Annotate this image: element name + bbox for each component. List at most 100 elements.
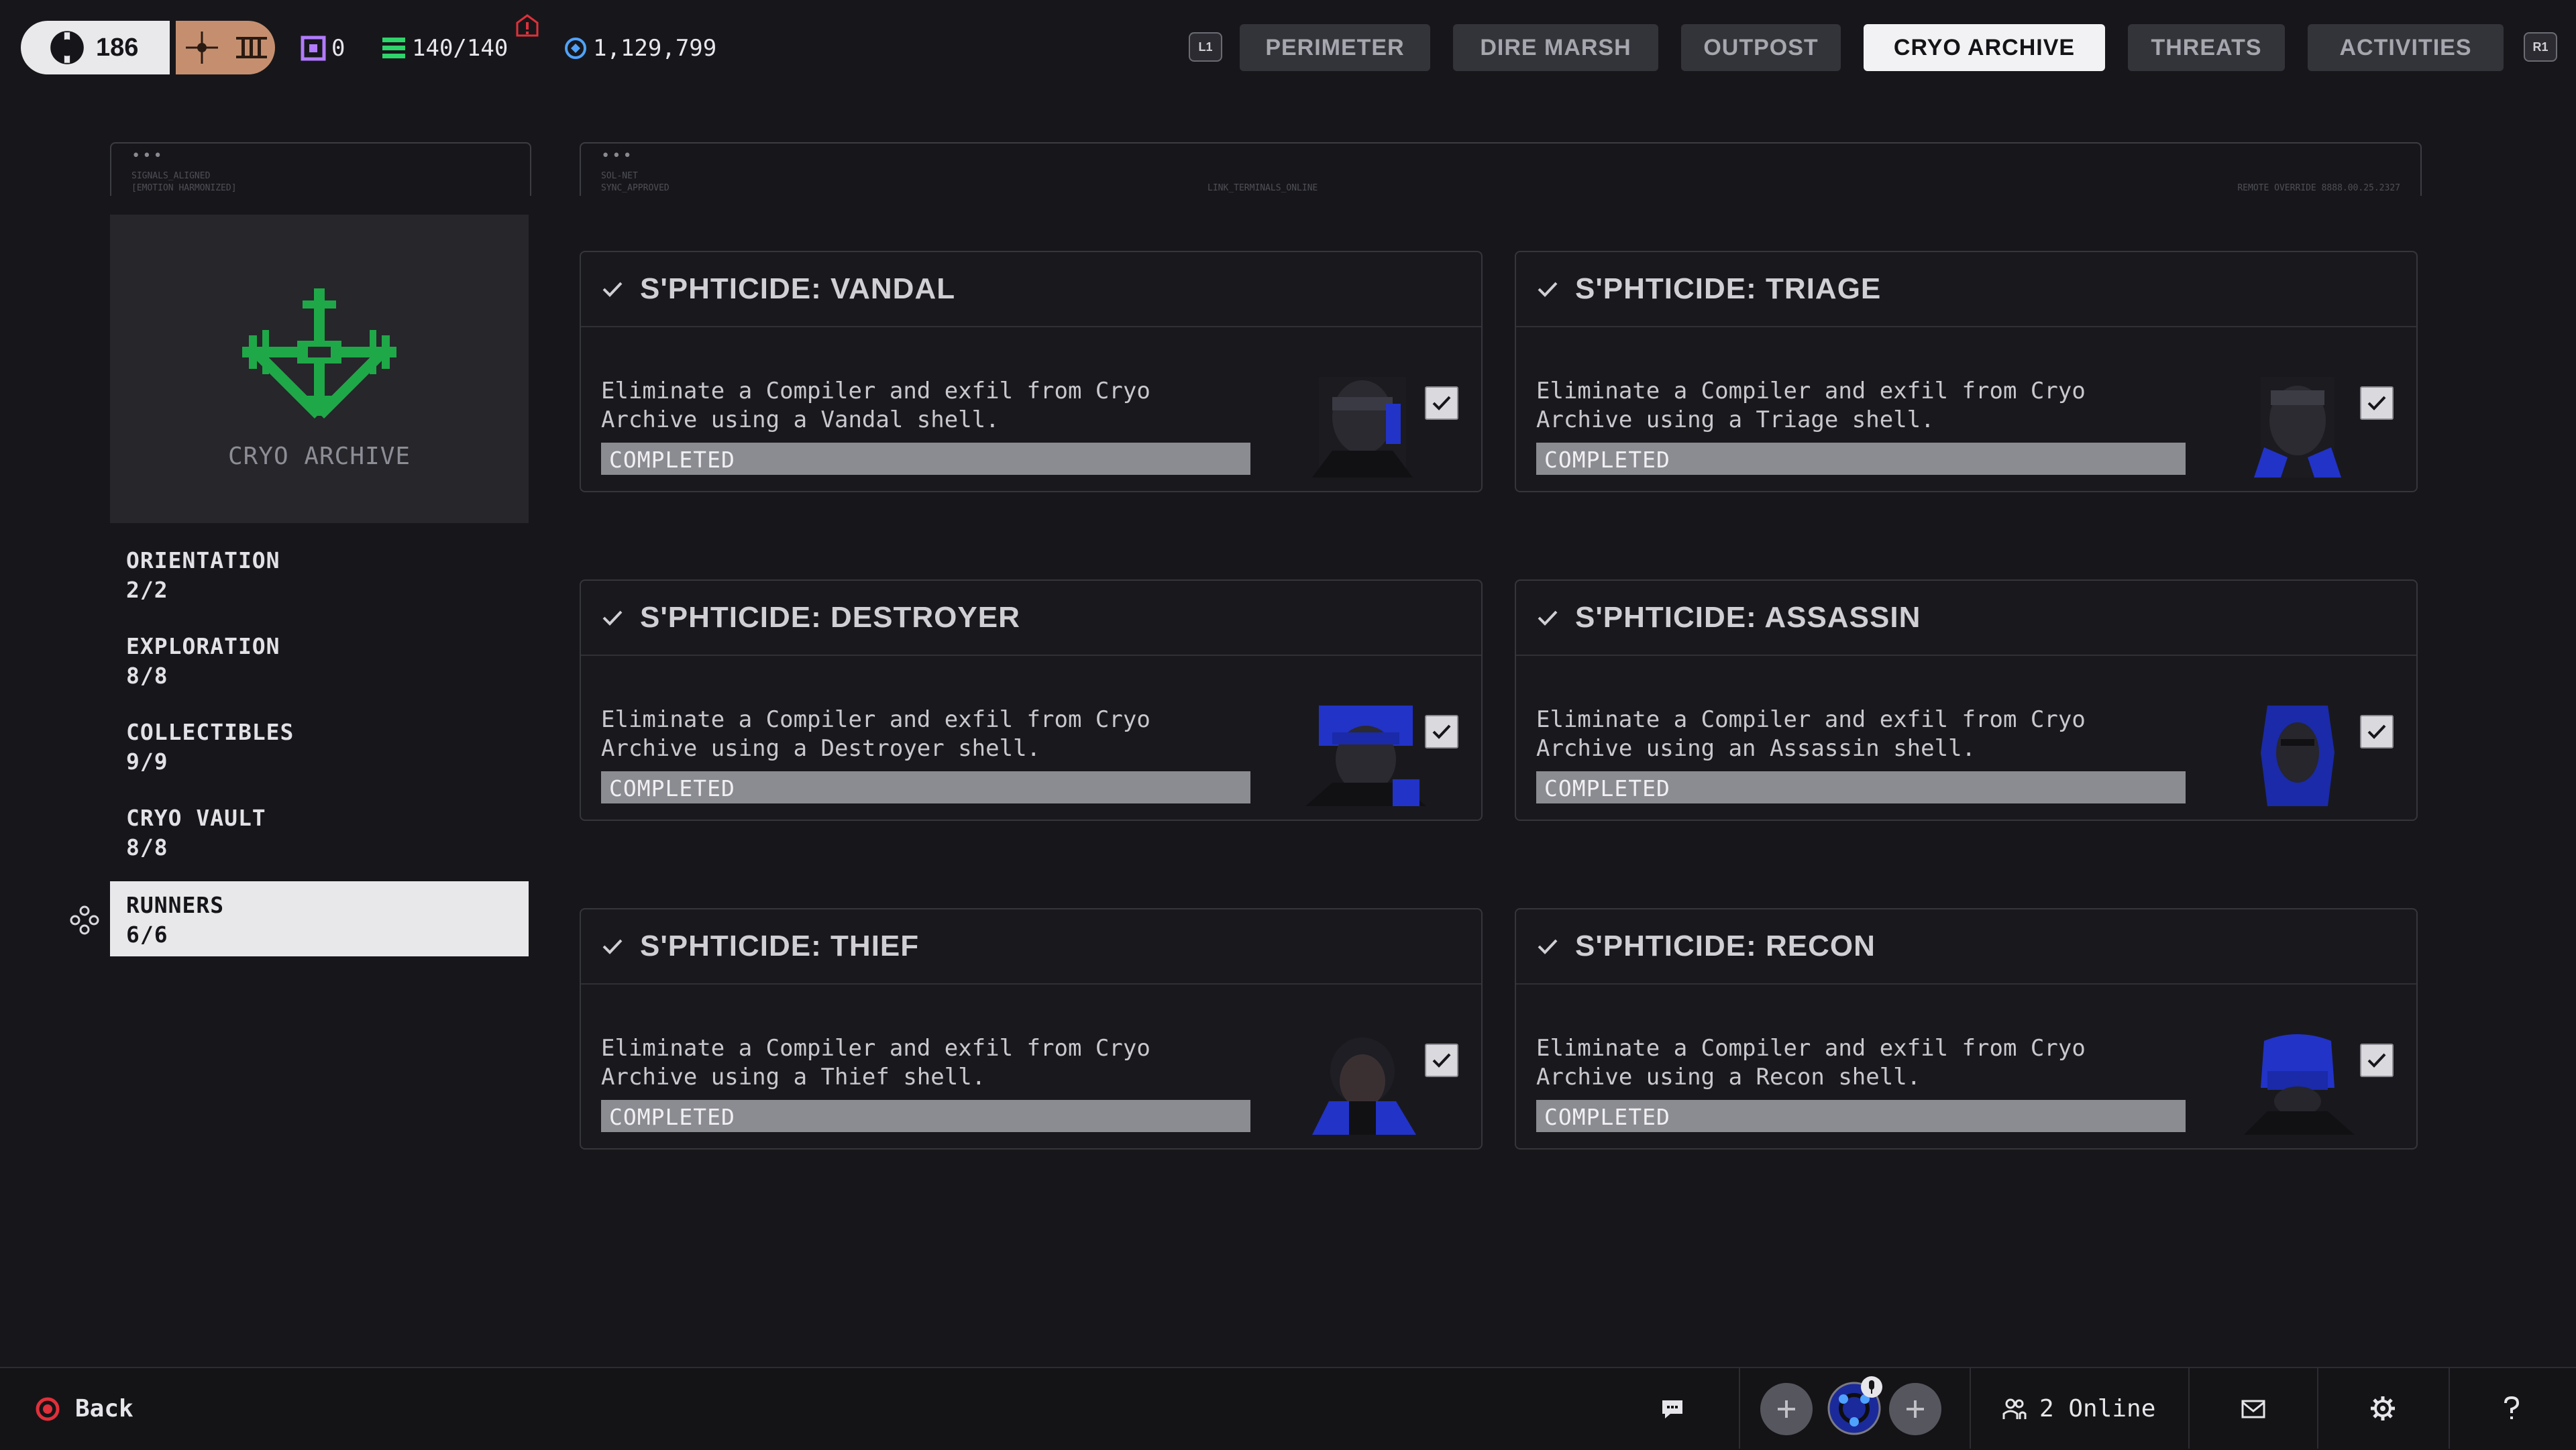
category-exploration[interactable]: EXPLORATION 8/8: [110, 622, 529, 698]
category-cryo-vault[interactable]: CRYO VAULT 8/8: [110, 794, 529, 869]
player-avatar-icon[interactable]: [1823, 1375, 1885, 1437]
status-label: COMPLETED: [609, 447, 735, 473]
card-description-line: Eliminate a Compiler and exfil from Cryo: [601, 706, 1150, 733]
status-label: COMPLETED: [609, 775, 735, 801]
runner-portrait-destroyer-icon: [1305, 706, 1426, 806]
header-dots: •••: [131, 148, 164, 164]
mail-icon[interactable]: [2241, 1398, 2266, 1420]
chat-icon[interactable]: [1660, 1396, 1685, 1422]
bottom-divider: [1739, 1368, 1740, 1449]
bottom-divider: [1970, 1368, 1971, 1449]
header-status-line: SYNC_APPROVED: [601, 183, 669, 193]
runner-portrait-triage-icon: [2254, 377, 2341, 478]
tab-cryo-archive[interactable]: CRYO ARCHIVE: [1864, 24, 2105, 71]
completed-checkbox: [2360, 715, 2394, 748]
party-slot-icon[interactable]: [1888, 1382, 1943, 1437]
card-description-line: Eliminate a Compiler and exfil from Cryo: [1536, 378, 2086, 404]
runner-portrait-vandal-icon: [1312, 377, 1413, 478]
check-icon: [1432, 1053, 1451, 1068]
bottom-divider: [2449, 1368, 2450, 1449]
tab-activities[interactable]: ACTIVITIES: [2308, 24, 2504, 71]
party-slot-icon[interactable]: [1759, 1382, 1814, 1437]
card-title: S'PHTICIDE: THIEF: [640, 930, 920, 962]
rank-badge[interactable]: [176, 21, 275, 74]
card-header: S'PHTICIDE: THIEF: [581, 909, 1481, 985]
online-count[interactable]: 2 Online: [2039, 1395, 2155, 1423]
category-label: CRYO VAULT: [126, 805, 266, 831]
check-icon: [2367, 396, 2386, 410]
status-label: COMPLETED: [1544, 447, 1670, 473]
check-icon: [2367, 1053, 2386, 1068]
level-value: 186: [96, 33, 139, 62]
check-icon: [602, 939, 623, 954]
runner-portrait-assassin-icon: [2261, 706, 2334, 806]
tab-perimeter[interactable]: PERIMETER: [1240, 24, 1430, 71]
category-progress: 8/8: [126, 663, 168, 689]
category-runners[interactable]: RUNNERS 6/6: [110, 881, 529, 956]
friends-icon[interactable]: [2002, 1396, 2027, 1422]
tab-dire-marsh[interactable]: DIRE MARSH: [1453, 24, 1658, 71]
circle-button-icon[interactable]: [35, 1396, 60, 1422]
contract-card-destroyer[interactable]: S'PHTICIDE: DESTROYER Eliminate a Compil…: [580, 579, 1483, 821]
card-header: S'PHTICIDE: DESTROYER: [581, 581, 1481, 656]
card-description: Eliminate a Compiler and exfil from Cryo…: [1536, 377, 2180, 435]
contract-card-triage[interactable]: S'PHTICIDE: TRIAGE Eliminate a Compiler …: [1515, 251, 2418, 492]
card-title: S'PHTICIDE: ASSASSIN: [1575, 601, 1921, 634]
tokens-value: 0: [331, 35, 345, 62]
header-status-line: REMOTE OVERRIDE 8888.00.25.2327: [2237, 183, 2400, 193]
check-icon: [2367, 724, 2386, 739]
category-progress: 6/6: [126, 922, 168, 948]
card-description: Eliminate a Compiler and exfil from Cryo…: [601, 706, 1245, 763]
back-button[interactable]: Back: [75, 1395, 133, 1423]
status-label: COMPLETED: [1544, 775, 1670, 801]
card-header: S'PHTICIDE: ASSASSIN: [1516, 581, 2416, 656]
status-label: COMPLETED: [1544, 1104, 1670, 1130]
category-label: ORIENTATION: [126, 547, 280, 573]
card-title: S'PHTICIDE: DESTROYER: [640, 601, 1020, 634]
status-label: COMPLETED: [609, 1104, 735, 1130]
settings-gear-icon[interactable]: [2369, 1395, 2396, 1422]
credits-value: 1,129,799: [593, 35, 717, 62]
progress-bar: COMPLETED: [1536, 443, 2186, 475]
header-status-line: SOL-NET: [601, 171, 638, 181]
category-label: RUNNERS: [126, 892, 225, 918]
currency-tokens: 0: [301, 27, 345, 70]
card-description-line: Archive using a Vandal shell.: [601, 406, 1000, 433]
player-level-badge[interactable]: 186: [21, 21, 170, 74]
progress-bar: COMPLETED: [1536, 771, 2186, 803]
currency-stack: 140/140: [381, 27, 508, 70]
check-icon: [1538, 282, 1558, 297]
category-collectibles[interactable]: COLLECTIBLES 9/9: [110, 708, 529, 783]
card-description-line: Archive using a Recon shell.: [1536, 1064, 1921, 1091]
completed-checkbox: [1425, 386, 1458, 420]
contract-card-vandal[interactable]: S'PHTICIDE: VANDAL Eliminate a Compiler …: [580, 251, 1483, 492]
dpad-cursor-icon: [70, 905, 99, 935]
card-header: S'PHTICIDE: RECON: [1516, 909, 2416, 985]
card-description: Eliminate a Compiler and exfil from Cryo…: [1536, 1034, 2180, 1092]
contract-card-recon[interactable]: S'PHTICIDE: RECON Eliminate a Compiler a…: [1515, 908, 2418, 1150]
stack-value: 140/140: [412, 35, 508, 62]
contract-card-assassin[interactable]: S'PHTICIDE: ASSASSIN Eliminate a Compile…: [1515, 579, 2418, 821]
contract-card-thief[interactable]: S'PHTICIDE: THIEF Eliminate a Compiler a…: [580, 908, 1483, 1150]
check-icon: [1432, 724, 1451, 739]
runner-portrait-thief-icon: [1312, 1038, 1416, 1135]
header-status-line: [EMOTION HARMONIZED]: [131, 183, 237, 193]
credits-icon: [565, 38, 586, 59]
category-progress: 8/8: [126, 834, 168, 860]
completed-checkbox: [1425, 1044, 1458, 1077]
category-progress: 2/2: [126, 577, 168, 603]
check-icon: [1432, 396, 1451, 410]
left-bumper-hint: L1: [1189, 32, 1222, 62]
card-description-line: Eliminate a Compiler and exfil from Cryo: [1536, 706, 2086, 733]
card-description-line: Archive using a Triage shell.: [1536, 406, 1935, 433]
cryo-archive-emblem-icon: [242, 288, 396, 419]
card-header: S'PHTICIDE: TRIAGE: [1516, 252, 2416, 327]
tab-threats[interactable]: THREATS: [2128, 24, 2285, 71]
card-description-line: Eliminate a Compiler and exfil from Cryo: [601, 1035, 1150, 1062]
check-icon: [1538, 610, 1558, 626]
category-orientation[interactable]: ORIENTATION 2/2: [110, 537, 529, 612]
map-card: CRYO ARCHIVE: [110, 215, 529, 523]
help-icon[interactable]: [2500, 1395, 2524, 1422]
tab-outpost[interactable]: OUTPOST: [1681, 24, 1841, 71]
left-header-frame: ••• SIGNALS_ALIGNED [EMOTION HARMONIZED]: [110, 142, 531, 196]
